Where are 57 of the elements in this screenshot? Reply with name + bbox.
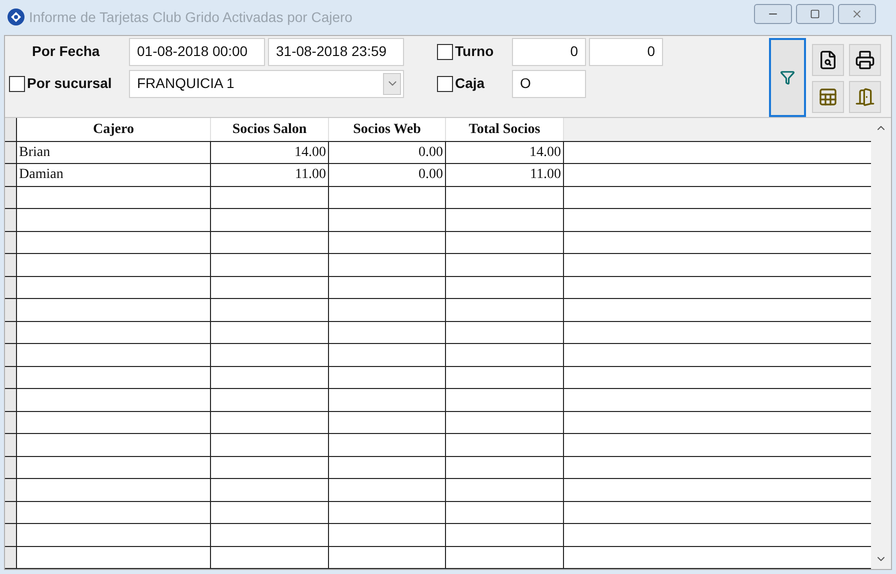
- table-cell: 0.00: [329, 164, 446, 186]
- table-cell: 11.00: [211, 164, 329, 186]
- row-selector[interactable]: [5, 412, 17, 433]
- maximize-icon: [810, 9, 820, 20]
- printer-icon: [855, 50, 875, 70]
- close-icon: [851, 8, 863, 20]
- row-selector[interactable]: [5, 254, 17, 276]
- checkbox[interactable]: [437, 44, 453, 60]
- export-button[interactable]: [812, 80, 844, 112]
- date-from-field[interactable]: 01-08-2018 00:00: [129, 38, 265, 66]
- row-selector[interactable]: [5, 209, 17, 230]
- row-selector[interactable]: [5, 322, 17, 343]
- register-field[interactable]: O: [512, 70, 586, 98]
- row-selector[interactable]: [5, 456, 17, 478]
- document-search-icon: [818, 50, 838, 70]
- row-selector[interactable]: [5, 389, 17, 410]
- spreadsheet-icon: [818, 86, 838, 106]
- row-selector[interactable]: [5, 232, 17, 253]
- row-selector[interactable]: [5, 276, 17, 298]
- row-selector[interactable]: [5, 366, 17, 388]
- caja-label: Caja: [455, 74, 485, 93]
- filter-icon: [780, 70, 795, 84]
- row-selector[interactable]: [5, 299, 17, 320]
- sucursal-label: Por sucursal: [27, 74, 112, 93]
- exit-button[interactable]: [849, 80, 881, 112]
- fecha-label: Por Fecha: [31, 42, 101, 61]
- table-cell: 11.00: [446, 164, 564, 186]
- row-selector[interactable]: [5, 502, 17, 523]
- row-selector[interactable]: [5, 118, 17, 140]
- filter-button[interactable]: [769, 38, 806, 116]
- row-selector[interactable]: [5, 524, 17, 546]
- close-button[interactable]: [838, 4, 876, 24]
- table-cell: Brian: [17, 142, 211, 163]
- door-icon: [855, 86, 875, 106]
- table-cell: Damian: [17, 164, 211, 186]
- table-cell: 14.00: [446, 142, 564, 163]
- branch-dropdown[interactable]: FRANQUICIA 1: [129, 70, 404, 98]
- app-logo-icon: [7, 8, 25, 26]
- row-selector[interactable]: [5, 434, 17, 456]
- checkbox[interactable]: [9, 76, 25, 92]
- print-button[interactable]: [849, 44, 881, 76]
- turno-label: Turno: [455, 42, 494, 61]
- row-selector[interactable]: [5, 479, 17, 500]
- row-selector[interactable]: [5, 344, 17, 366]
- date-to-field[interactable]: 31-08-2018 23:59: [268, 38, 404, 66]
- window-title: Informe de Tarjetas Club Grido Activadas por Cajero: [29, 8, 352, 27]
- table-cell: 14.00: [211, 142, 329, 163]
- checkbox[interactable]: [437, 76, 453, 92]
- row-selector[interactable]: [5, 546, 17, 568]
- row-selector[interactable]: [5, 142, 17, 163]
- maximize-button[interactable]: [796, 4, 834, 24]
- row-selector[interactable]: [5, 186, 17, 208]
- table-cell: 0.00: [329, 142, 446, 163]
- shift-from-field[interactable]: 0: [512, 38, 586, 66]
- shift-to-field[interactable]: 0: [589, 38, 663, 66]
- row-selector[interactable]: [5, 164, 17, 186]
- preview-button[interactable]: [812, 44, 844, 76]
